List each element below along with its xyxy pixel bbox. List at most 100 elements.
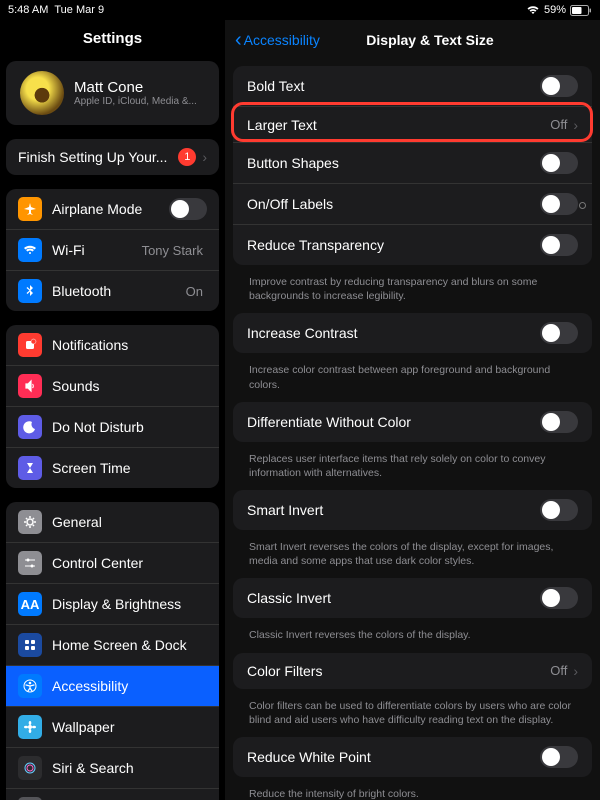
finish-setup-label: Finish Setting Up Your... bbox=[18, 149, 178, 165]
settings-sidebar: Settings Matt Cone Apple ID, iCloud, Med… bbox=[0, 20, 225, 800]
diff-without-color-switch[interactable] bbox=[540, 411, 578, 433]
wallpaper-label: Wallpaper bbox=[52, 719, 207, 735]
bluetooth-icon bbox=[18, 279, 42, 303]
smart-invert-row[interactable]: Smart Invert bbox=[233, 490, 592, 530]
larger-text-row[interactable]: Larger Text Off › bbox=[233, 106, 592, 142]
bluetooth-value: On bbox=[186, 284, 203, 299]
control-label: Control Center bbox=[52, 555, 207, 571]
white-caption: Reduce the intensity of bright colors. bbox=[233, 783, 592, 800]
airplane-icon bbox=[18, 197, 42, 221]
accessibility-row[interactable]: Accessibility bbox=[6, 665, 219, 706]
chevron-right-icon: › bbox=[573, 663, 578, 679]
dnd-row[interactable]: Do Not Disturb bbox=[6, 406, 219, 447]
home-label: Home Screen & Dock bbox=[52, 637, 207, 653]
classic-invert-label: Classic Invert bbox=[247, 590, 540, 606]
transparency-caption: Improve contrast by reducing transparenc… bbox=[233, 271, 592, 313]
notifications-icon bbox=[18, 333, 42, 357]
wifi-settings-icon bbox=[18, 238, 42, 262]
color-filters-row[interactable]: Color Filters Off › bbox=[233, 653, 592, 689]
reduce-transparency-label: Reduce Transparency bbox=[247, 237, 540, 253]
reduce-white-switch[interactable] bbox=[540, 746, 578, 768]
moon-icon bbox=[18, 415, 42, 439]
bluetooth-row[interactable]: Bluetooth On bbox=[6, 270, 219, 311]
reduce-transparency-switch[interactable] bbox=[540, 234, 578, 256]
screentime-row[interactable]: Screen Time bbox=[6, 447, 219, 488]
smart-invert-label: Smart Invert bbox=[247, 502, 540, 518]
button-shapes-switch[interactable] bbox=[540, 152, 578, 174]
increase-contrast-row[interactable]: Increase Contrast bbox=[233, 313, 592, 353]
smart-invert-switch[interactable] bbox=[540, 499, 578, 521]
larger-text-value: Off bbox=[550, 117, 567, 132]
hourglass-icon bbox=[18, 456, 42, 480]
wifi-label: Wi-Fi bbox=[52, 242, 142, 258]
filters-caption: Color filters can be used to differentia… bbox=[233, 695, 592, 737]
increase-contrast-label: Increase Contrast bbox=[247, 325, 540, 341]
color-filters-value: Off bbox=[550, 663, 567, 678]
chevron-right-icon: › bbox=[573, 117, 578, 133]
wifi-value: Tony Stark bbox=[142, 243, 203, 258]
finish-setup-row[interactable]: Finish Setting Up Your... 1 › bbox=[6, 139, 219, 175]
onoff-labels-row[interactable]: On/Off Labels bbox=[233, 183, 592, 224]
bold-text-label: Bold Text bbox=[247, 78, 540, 94]
wallpaper-row[interactable]: Wallpaper bbox=[6, 706, 219, 747]
display-label: Display & Brightness bbox=[52, 596, 207, 612]
onoff-labels-label: On/Off Labels bbox=[247, 196, 540, 212]
accessibility-label: Accessibility bbox=[52, 678, 207, 694]
gear-icon bbox=[18, 510, 42, 534]
bold-text-switch[interactable] bbox=[540, 75, 578, 97]
button-shapes-label: Button Shapes bbox=[247, 155, 540, 171]
chevron-left-icon: ‹ bbox=[235, 34, 242, 46]
avatar bbox=[20, 71, 64, 115]
flower-icon bbox=[18, 715, 42, 739]
airplane-switch[interactable] bbox=[169, 198, 207, 220]
accessibility-icon bbox=[18, 674, 42, 698]
diff-without-color-row[interactable]: Differentiate Without Color bbox=[233, 402, 592, 442]
bold-text-row[interactable]: Bold Text bbox=[233, 66, 592, 106]
classic-invert-switch[interactable] bbox=[540, 587, 578, 609]
diff-caption: Replaces user interface items that rely … bbox=[233, 448, 592, 490]
wifi-icon bbox=[526, 5, 540, 15]
notifications-label: Notifications bbox=[52, 337, 207, 353]
screentime-label: Screen Time bbox=[52, 460, 207, 476]
onoff-labels-switch[interactable] bbox=[540, 193, 578, 215]
notifications-row[interactable]: Notifications bbox=[6, 325, 219, 365]
sliders-icon bbox=[18, 551, 42, 575]
airplane-mode-row[interactable]: Airplane Mode bbox=[6, 189, 219, 229]
reduce-white-label: Reduce White Point bbox=[247, 749, 540, 765]
grid-icon bbox=[18, 633, 42, 657]
status-time: 5:48 AM bbox=[8, 4, 48, 16]
siri-label: Siri & Search bbox=[52, 760, 207, 776]
control-center-row[interactable]: Control Center bbox=[6, 542, 219, 583]
reduce-transparency-row[interactable]: Reduce Transparency bbox=[233, 224, 592, 265]
reduce-white-row[interactable]: Reduce White Point bbox=[233, 737, 592, 777]
button-shapes-row[interactable]: Button Shapes bbox=[233, 142, 592, 183]
diff-without-color-label: Differentiate Without Color bbox=[247, 414, 540, 430]
bluetooth-label: Bluetooth bbox=[52, 283, 186, 299]
profile-subtitle: Apple ID, iCloud, Media &... bbox=[74, 96, 197, 107]
battery-percent: 59% bbox=[544, 4, 566, 16]
chevron-right-icon: › bbox=[202, 149, 207, 165]
battery-icon bbox=[570, 5, 592, 16]
profile-row[interactable]: Matt Cone Apple ID, iCloud, Media &... bbox=[6, 61, 219, 125]
pencil-row[interactable]: Apple Pencil bbox=[6, 788, 219, 800]
siri-row[interactable]: Siri & Search bbox=[6, 747, 219, 788]
dnd-label: Do Not Disturb bbox=[52, 419, 207, 435]
classic-invert-row[interactable]: Classic Invert bbox=[233, 578, 592, 618]
general-label: General bbox=[52, 514, 207, 530]
smart-caption: Smart Invert reverses the colors of the … bbox=[233, 536, 592, 578]
home-screen-row[interactable]: Home Screen & Dock bbox=[6, 624, 219, 665]
textsize-icon: AA bbox=[18, 592, 42, 616]
contrast-caption: Increase color contrast between app fore… bbox=[233, 359, 592, 401]
sounds-row[interactable]: Sounds bbox=[6, 365, 219, 406]
wifi-row[interactable]: Wi-Fi Tony Stark bbox=[6, 229, 219, 270]
classic-caption: Classic Invert reverses the colors of th… bbox=[233, 624, 592, 652]
sounds-label: Sounds bbox=[52, 378, 207, 394]
siri-icon bbox=[18, 756, 42, 780]
status-bar: 5:48 AM Tue Mar 9 59% bbox=[0, 0, 600, 20]
sounds-icon bbox=[18, 374, 42, 398]
increase-contrast-switch[interactable] bbox=[540, 322, 578, 344]
status-date: Tue Mar 9 bbox=[54, 4, 104, 16]
display-brightness-row[interactable]: AA Display & Brightness bbox=[6, 583, 219, 624]
general-row[interactable]: General bbox=[6, 502, 219, 542]
larger-text-label: Larger Text bbox=[247, 117, 550, 133]
